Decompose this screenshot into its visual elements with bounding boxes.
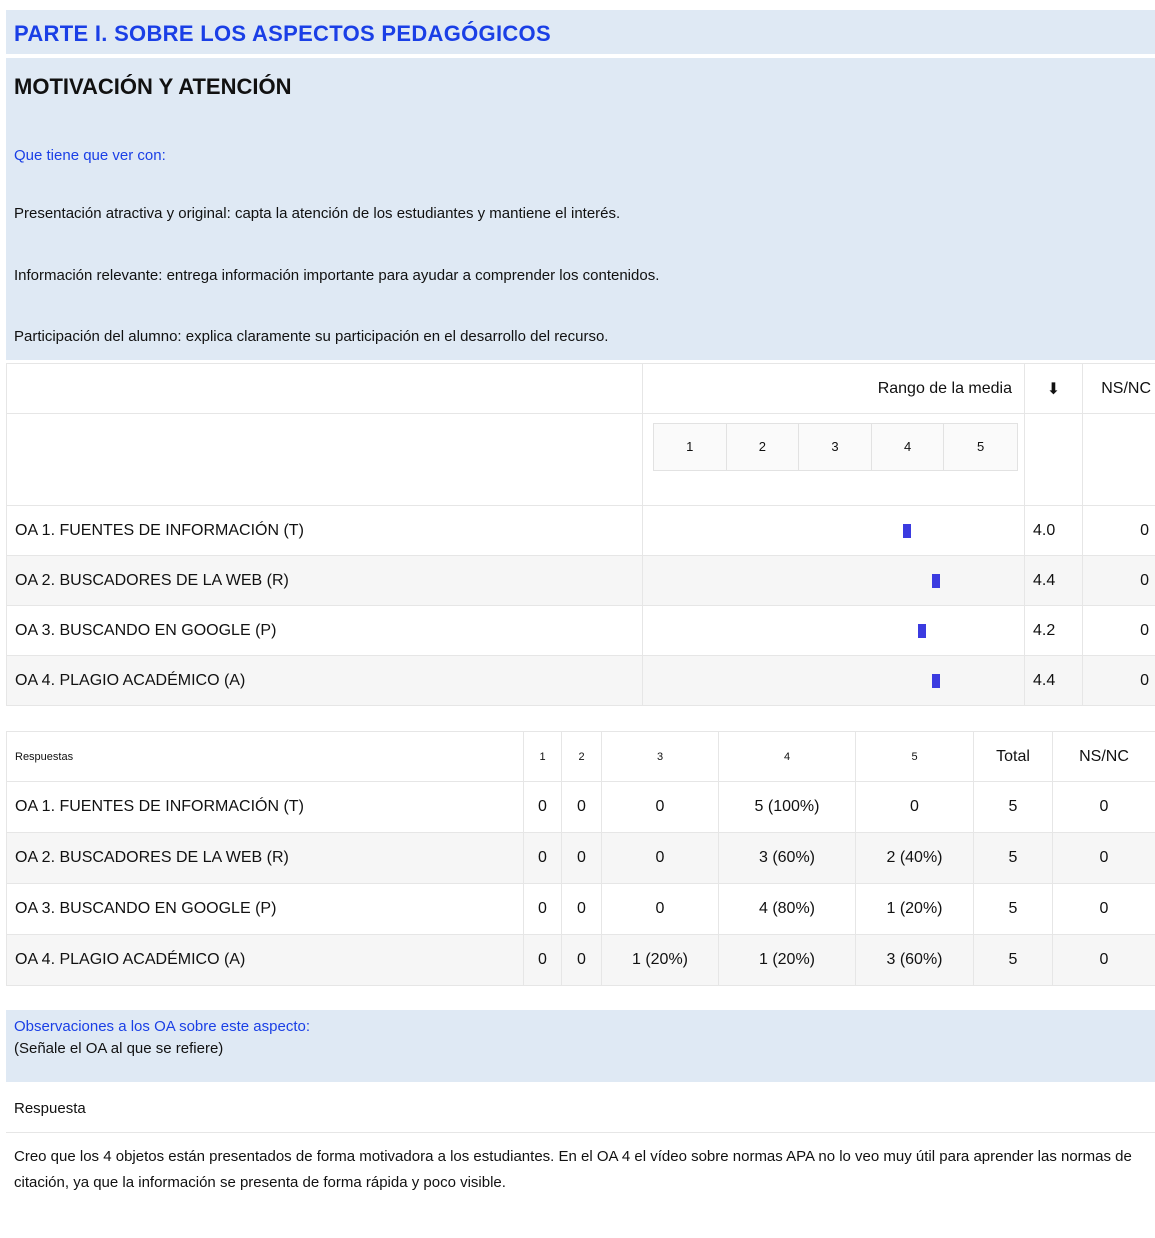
- section-title: MOTIVACIÓN Y ATENCIÓN: [14, 74, 292, 99]
- scale-tick: 3: [799, 424, 872, 470]
- answers-table: Respuestas 1 2 3 4 5 Total NS/NC OA 1. F…: [6, 731, 1155, 986]
- response-label-row: Respuesta: [6, 1087, 1155, 1133]
- answer-cell: 0: [601, 781, 719, 833]
- table-row: OA 4. PLAGIO ACADÉMICO (A) 0 0 1 (20%) 1…: [6, 934, 1155, 986]
- response-label: Respuesta: [14, 1100, 86, 1117]
- table-row: OA 1. FUENTES DE INFORMACIÓN (T) 0 0 0 5…: [6, 781, 1155, 833]
- answer-cell: 0: [601, 883, 719, 935]
- answer-cell: 0: [523, 934, 562, 986]
- answer-cell: 0: [561, 883, 602, 935]
- answer-cell: 1 (20%): [855, 883, 974, 935]
- mean-bar-cell: [642, 505, 1025, 556]
- mean-value: 4.0: [1024, 505, 1083, 556]
- answer-cell: 5: [973, 934, 1053, 986]
- scale-ticks: 1 2 3 4 5: [653, 423, 1018, 471]
- answer-cell: 0: [855, 781, 974, 833]
- answers-header: 5: [855, 731, 974, 782]
- mean-bar: [932, 573, 941, 588]
- answer-cell: 1 (20%): [601, 934, 719, 986]
- scale-cell: 1 2 3 4 5: [642, 413, 1025, 506]
- answer-cell: 0: [561, 832, 602, 884]
- mean-value: 4.2: [1024, 605, 1083, 656]
- answers-header: 3: [601, 731, 719, 782]
- scale-blank: [1024, 413, 1083, 506]
- mean-bar: [932, 673, 941, 688]
- scale-tick: 1: [654, 424, 727, 470]
- scale-blank: [6, 413, 643, 506]
- answer-cell: 0: [523, 832, 562, 884]
- oa-label: OA 3. BUSCANDO EN GOOGLE (P): [6, 605, 643, 656]
- nsnc-value: 0: [1082, 505, 1155, 556]
- scale-tick: 5: [977, 439, 985, 454]
- observations-header: Observaciones a los OA sobre este aspect…: [6, 1010, 1155, 1082]
- mean-bar-cell: [642, 605, 1025, 656]
- mean-bar-cell: [642, 555, 1025, 606]
- answers-header: 4: [718, 731, 856, 782]
- nsnc-value: 0: [1082, 605, 1155, 656]
- answers-header: NS/NC: [1052, 731, 1155, 782]
- answer-cell: 2 (40%): [855, 832, 974, 884]
- answer-cell: 5 (100%): [718, 781, 856, 833]
- answer-cell: 0: [1052, 883, 1155, 935]
- mean-value: 4.4: [1024, 555, 1083, 606]
- relates-label: Que tiene que ver con:: [14, 147, 166, 164]
- answer-cell: 0: [1052, 832, 1155, 884]
- scale-tick: 2: [727, 424, 800, 470]
- answer-cell: 0: [1052, 781, 1155, 833]
- oa-label: OA 1. FUENTES DE INFORMACIÓN (T): [6, 505, 643, 556]
- answers-header: 2: [561, 731, 602, 782]
- oa-label: OA 1. FUENTES DE INFORMACIÓN (T): [6, 781, 524, 833]
- answer-cell: 5: [973, 832, 1053, 884]
- response-text: Creo que los 4 objetos están presentados…: [14, 1148, 1132, 1191]
- answer-cell: 0: [561, 934, 602, 986]
- oa-label: OA 4. PLAGIO ACADÉMICO (A): [6, 655, 643, 706]
- observations-title: Observaciones a los OA sobre este aspect…: [14, 1018, 310, 1035]
- mean-bar-cell: [642, 655, 1025, 706]
- answers-header: Total: [973, 731, 1053, 782]
- oa-label: OA 3. BUSCANDO EN GOOGLE (P): [6, 883, 524, 935]
- answer-cell: 0: [561, 781, 602, 833]
- answer-cell: 3 (60%): [718, 832, 856, 884]
- criterion-item: Información relevante: entrega informaci…: [14, 267, 660, 284]
- oa-label: OA 2. BUSCADORES DE LA WEB (R): [6, 832, 524, 884]
- table-row: OA 3. BUSCANDO EN GOOGLE (P) 0 0 0 4 (80…: [6, 883, 1155, 935]
- table-row: OA 2. BUSCADORES DE LA WEB (R) 0 0 0 3 (…: [6, 832, 1155, 884]
- mean-table: Rango de la media ⬇ NS/NC 1 2 3 4 5 OA 1…: [6, 363, 1155, 706]
- mean-bar: [903, 523, 912, 538]
- mean-value: 4.4: [1024, 655, 1083, 706]
- range-header: Rango de la media: [642, 363, 1025, 414]
- section-motivation: MOTIVACIÓN Y ATENCIÓN Que tiene que ver …: [6, 58, 1155, 360]
- nsnc-value: 0: [1082, 655, 1155, 706]
- scale-blank: [1082, 413, 1155, 506]
- answer-cell: 0: [523, 883, 562, 935]
- criterion-item: Presentación atractiva y original: capta…: [14, 205, 621, 222]
- answer-cell: 0: [1052, 934, 1155, 986]
- nsnc-value: 0: [1082, 555, 1155, 606]
- answer-cell: 5: [973, 883, 1053, 935]
- answer-cell: 5: [973, 781, 1053, 833]
- answer-cell: 4 (80%): [718, 883, 856, 935]
- sort-arrow-icon[interactable]: ⬇: [1024, 363, 1083, 414]
- mean-bar: [917, 623, 926, 638]
- part-header: PARTE I. SOBRE LOS ASPECTOS PEDAGÓGICOS: [6, 10, 1155, 54]
- oa-label: OA 2. BUSCADORES DE LA WEB (R): [6, 555, 643, 606]
- observations-subtitle: (Señale el OA al que se refiere): [14, 1040, 224, 1057]
- answer-cell: 0: [601, 832, 719, 884]
- answer-cell: 0: [523, 781, 562, 833]
- nsnc-header: NS/NC: [1082, 363, 1155, 414]
- answer-cell: 3 (60%): [855, 934, 974, 986]
- answers-header: 1: [523, 731, 562, 782]
- oa-label: OA 4. PLAGIO ACADÉMICO (A): [6, 934, 524, 986]
- scale-tick: 4: [872, 424, 945, 470]
- part-title: PARTE I. SOBRE LOS ASPECTOS PEDAGÓGICOS: [14, 21, 551, 46]
- answers-header: Respuestas: [6, 731, 524, 782]
- header-blank: [6, 363, 643, 414]
- answer-cell: 1 (20%): [718, 934, 856, 986]
- criterion-item: Participación del alumno: explica claram…: [14, 328, 609, 345]
